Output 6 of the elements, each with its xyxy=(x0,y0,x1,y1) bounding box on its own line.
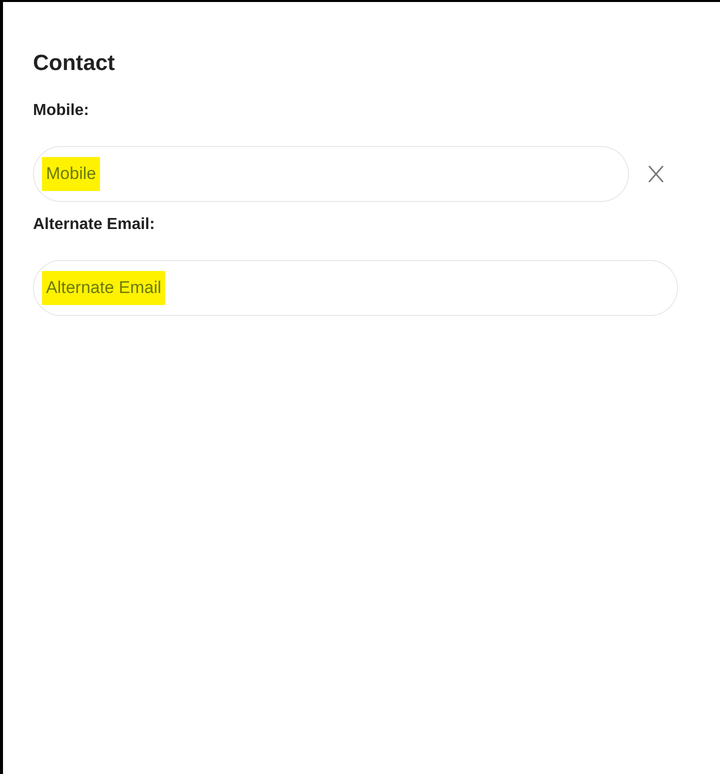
field-label: Alternate Email: xyxy=(33,216,156,234)
close-icon xyxy=(648,165,664,183)
input-field[interactable]: Alternate Email xyxy=(42,271,166,305)
field-label: Mobile: xyxy=(33,102,90,120)
input-field[interactable]: Mobile xyxy=(42,157,100,191)
section-title: Contact xyxy=(33,50,116,76)
